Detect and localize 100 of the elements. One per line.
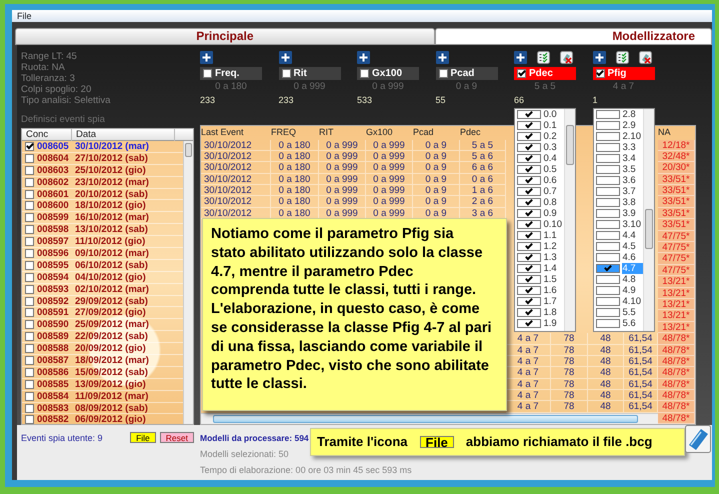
column-header[interactable]: Pcad bbox=[413, 126, 460, 140]
list-item[interactable]: 3.6 bbox=[622, 175, 643, 186]
checkbox[interactable] bbox=[25, 237, 34, 246]
checkbox[interactable] bbox=[25, 154, 34, 163]
checkbox[interactable] bbox=[517, 242, 540, 251]
checkbox[interactable] bbox=[25, 380, 34, 389]
checkbox[interactable] bbox=[517, 143, 540, 152]
checkbox[interactable] bbox=[25, 166, 34, 175]
list-item[interactable]: 0.8 bbox=[542, 197, 564, 208]
checkbox[interactable] bbox=[25, 225, 34, 234]
list-item[interactable]: 1.4 bbox=[542, 263, 564, 274]
checkbox[interactable] bbox=[517, 132, 540, 141]
list-item[interactable]: 1.8 bbox=[542, 307, 564, 318]
column-header[interactable]: FREQ bbox=[271, 126, 319, 140]
menu-item[interactable]: File bbox=[13, 10, 36, 22]
checklist-icon[interactable] bbox=[537, 51, 550, 64]
checkbox[interactable] bbox=[25, 392, 34, 401]
checkbox[interactable] bbox=[25, 249, 34, 258]
checkbox[interactable] bbox=[596, 154, 620, 163]
plus-icon[interactable] bbox=[436, 51, 448, 64]
checkbox[interactable] bbox=[25, 260, 34, 270]
checkbox[interactable] bbox=[596, 297, 620, 306]
checkbox[interactable] bbox=[596, 231, 620, 240]
checkbox[interactable] bbox=[596, 110, 620, 119]
list-item[interactable]: 1.2 bbox=[542, 241, 564, 252]
checkbox[interactable] bbox=[517, 176, 540, 185]
checkbox[interactable] bbox=[517, 297, 540, 306]
list-item[interactable]: 0.3 bbox=[542, 142, 564, 153]
list-item[interactable]: 0.6 bbox=[542, 175, 564, 186]
checkbox[interactable] bbox=[517, 264, 540, 273]
checkbox[interactable] bbox=[25, 415, 34, 424]
pencil-icon[interactable] bbox=[685, 425, 711, 453]
list-item[interactable]: 1.9 bbox=[542, 318, 564, 329]
checkbox[interactable] bbox=[517, 121, 540, 130]
class-list[interactable]: 2.8 2.9 2.10 3.3 3.4 3.5 3.6 3.7 3.8 3.9 3.10 4.4 4.5 4.6 4.7 4.8 4.9 4.10 5.5 5.6 bbox=[593, 108, 655, 332]
checkbox[interactable] bbox=[596, 319, 620, 328]
list-item[interactable]: 2.9 bbox=[622, 120, 643, 131]
checkbox[interactable] bbox=[25, 142, 34, 151]
column-header[interactable]: Last Event bbox=[201, 126, 271, 140]
checkbox[interactable] bbox=[25, 284, 34, 294]
checkbox[interactable] bbox=[517, 308, 540, 317]
list-item[interactable]: 1.5 bbox=[542, 274, 564, 285]
checkbox[interactable] bbox=[517, 253, 540, 262]
parameter-toggle[interactable]: Pdec bbox=[514, 67, 576, 80]
eraser-icon[interactable] bbox=[638, 51, 652, 64]
parameter-toggle[interactable]: Freq. bbox=[200, 67, 262, 80]
checkbox[interactable] bbox=[25, 178, 34, 187]
tab[interactable]: Modellizzatore bbox=[434, 28, 712, 45]
list-item[interactable]: 0.10 bbox=[542, 219, 564, 230]
scrollbar[interactable] bbox=[183, 141, 193, 424]
file-button[interactable]: File bbox=[130, 432, 156, 443]
scroll-thumb[interactable] bbox=[645, 209, 653, 249]
checkbox[interactable] bbox=[596, 187, 620, 196]
checkbox[interactable] bbox=[596, 242, 620, 251]
column-header[interactable]: Pdec bbox=[460, 126, 506, 140]
checkbox[interactable] bbox=[596, 121, 620, 130]
list-item[interactable]: 0.7 bbox=[542, 186, 564, 197]
checkbox[interactable] bbox=[517, 275, 540, 284]
checkbox[interactable] bbox=[25, 368, 34, 377]
parameter-toggle[interactable]: Pfig bbox=[592, 67, 654, 80]
list-item[interactable]: 0.2 bbox=[542, 131, 564, 142]
list-item[interactable]: 2.8 bbox=[622, 109, 643, 120]
column-header[interactable]: Conc bbox=[22, 129, 72, 141]
list-item[interactable]: 4.5 bbox=[622, 241, 643, 252]
eraser-icon[interactable] bbox=[560, 51, 573, 64]
checkbox[interactable] bbox=[596, 264, 620, 273]
list-item[interactable]: 3.5 bbox=[622, 164, 643, 175]
list-item[interactable]: 5.5 bbox=[622, 307, 643, 318]
checkbox[interactable] bbox=[25, 356, 34, 366]
column-header[interactable]: NA bbox=[658, 126, 695, 140]
list-item[interactable]: 3.7 bbox=[622, 186, 643, 197]
tab[interactable]: Principale bbox=[15, 28, 435, 45]
list-item[interactable]: 0.9 bbox=[542, 208, 564, 219]
list-item[interactable]: 3.3 bbox=[622, 142, 643, 153]
plus-icon[interactable] bbox=[200, 51, 213, 64]
checkbox[interactable] bbox=[596, 143, 620, 152]
list-item[interactable]: 3.9 bbox=[622, 208, 643, 219]
checkbox[interactable] bbox=[25, 308, 34, 318]
checkbox[interactable] bbox=[596, 209, 620, 218]
parameter-toggle[interactable]: Gx100 bbox=[357, 67, 419, 80]
checkbox[interactable] bbox=[517, 209, 540, 218]
list-item[interactable]: 2.10 bbox=[622, 131, 643, 142]
checkbox[interactable] bbox=[25, 201, 34, 210]
list-item[interactable]: 4.10 bbox=[622, 296, 643, 307]
list-item[interactable]: 3.8 bbox=[622, 197, 643, 208]
checkbox[interactable] bbox=[596, 165, 620, 174]
checkbox[interactable] bbox=[517, 286, 540, 295]
plus-icon[interactable] bbox=[357, 51, 370, 64]
list-item[interactable]: 0.0 bbox=[542, 109, 564, 120]
list-item[interactable]: 1.6 bbox=[542, 285, 564, 296]
checkbox[interactable] bbox=[596, 286, 620, 295]
list-item[interactable]: 0.4 bbox=[542, 153, 564, 164]
checkbox[interactable] bbox=[25, 296, 34, 306]
checkbox[interactable] bbox=[25, 190, 34, 199]
checkbox[interactable] bbox=[25, 272, 34, 282]
list-item[interactable]: 1.1 bbox=[542, 230, 564, 241]
plus-icon[interactable] bbox=[514, 51, 527, 64]
parameter-toggle[interactable]: Pcad bbox=[436, 67, 498, 80]
plus-icon[interactable] bbox=[278, 51, 292, 64]
plus-icon[interactable] bbox=[592, 51, 606, 64]
